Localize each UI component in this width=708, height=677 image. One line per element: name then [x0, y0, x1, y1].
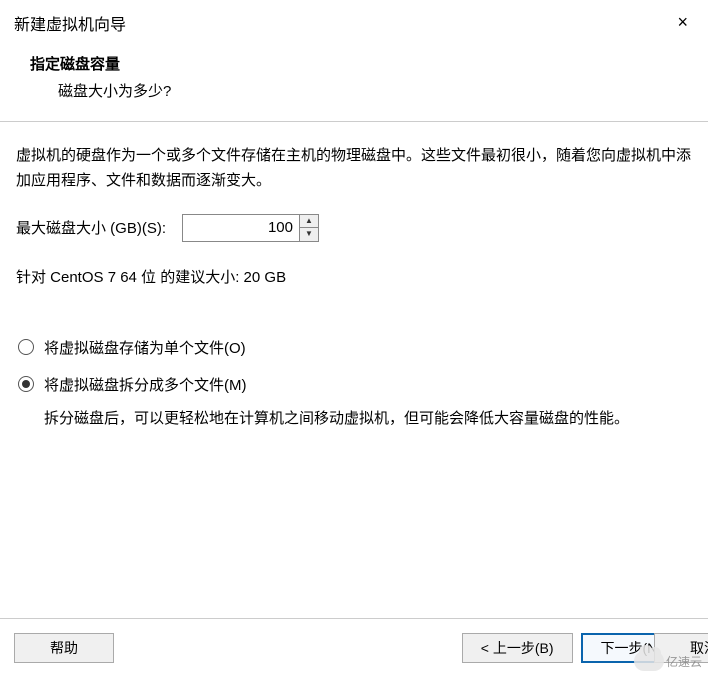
radio-label: 将虚拟磁盘拆分成多个文件(M)	[44, 374, 247, 395]
recommended-size-text: 针对 CentOS 7 64 位 的建议大小: 20 GB	[16, 266, 692, 287]
radio-icon	[18, 376, 34, 392]
help-button[interactable]: 帮助	[14, 633, 114, 663]
description-text: 虚拟机的硬盘作为一个或多个文件存储在主机的物理磁盘中。这些文件最初很小，随着您向…	[16, 144, 692, 194]
spinner-up-icon[interactable]: ▲	[300, 215, 318, 228]
disk-size-spinner[interactable]: ▲ ▼	[182, 214, 319, 242]
radio-single-file[interactable]: 将虚拟磁盘存储为单个文件(O)	[18, 337, 692, 358]
page-subtitle: 磁盘大小为多少?	[30, 80, 678, 101]
cloud-icon	[634, 651, 664, 671]
close-icon[interactable]: ×	[671, 10, 694, 35]
disk-size-input[interactable]	[183, 215, 299, 241]
watermark: 亿速云	[634, 651, 702, 671]
spinner-down-icon[interactable]: ▼	[300, 227, 318, 241]
window-title: 新建虚拟机向导	[14, 11, 126, 35]
page-title: 指定磁盘容量	[30, 53, 678, 74]
watermark-text: 亿速云	[666, 653, 702, 670]
radio-label: 将虚拟磁盘存储为单个文件(O)	[44, 337, 246, 358]
radio-icon	[18, 339, 34, 355]
radio-split-files[interactable]: 将虚拟磁盘拆分成多个文件(M)	[18, 374, 692, 395]
disk-size-label: 最大磁盘大小 (GB)(S):	[16, 217, 166, 238]
split-description: 拆分磁盘后，可以更轻松地在计算机之间移动虚拟机，但可能会降低大容量磁盘的性能。	[18, 407, 692, 432]
back-button[interactable]: < 上一步(B)	[462, 633, 573, 663]
